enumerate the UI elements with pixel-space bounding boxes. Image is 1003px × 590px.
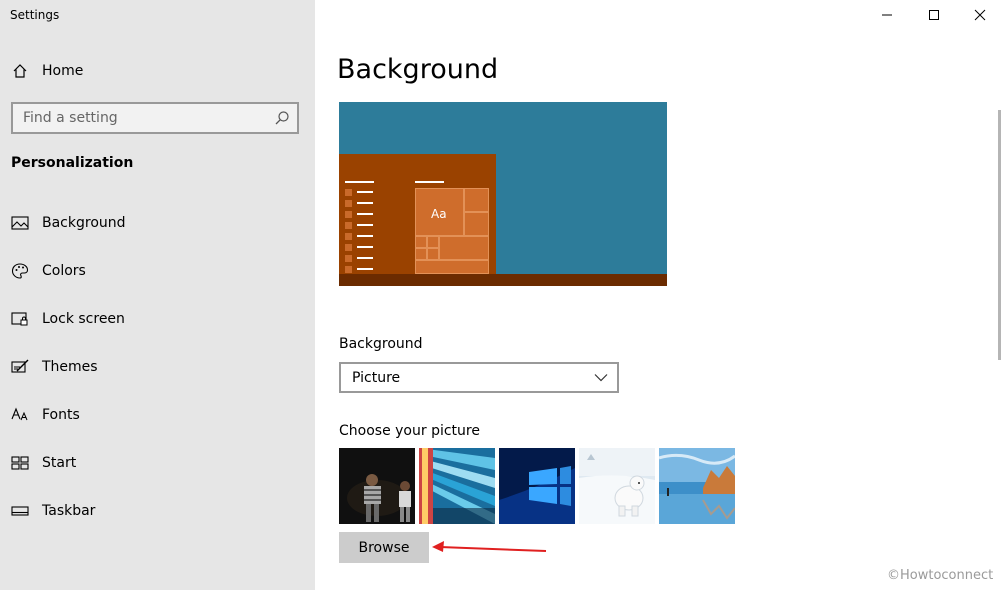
preview-square (345, 266, 352, 273)
preview-start-menu: Aa (339, 154, 496, 274)
preview-tile: Aa (415, 188, 464, 236)
preview-square (345, 189, 352, 196)
desktop-preview: Aa (339, 102, 667, 286)
preview-line (357, 246, 373, 248)
scrollbar[interactable] (998, 110, 1001, 360)
sidebar-item-label: Fonts (42, 407, 80, 423)
sidebar-item-background[interactable]: Background (0, 203, 315, 243)
sidebar-item-taskbar[interactable]: Taskbar (0, 491, 315, 531)
sidebar-item-label: Colors (42, 263, 86, 279)
preview-taskbar (339, 274, 667, 286)
preview-square (345, 244, 352, 251)
background-label: Background (339, 336, 423, 352)
palette-icon (11, 262, 29, 280)
page-title: Background (337, 54, 499, 85)
watermark: ©Howtoconnect (887, 568, 994, 583)
dropdown-value: Picture (352, 369, 401, 386)
preview-line (357, 257, 373, 259)
preview-tile (464, 188, 489, 212)
preview-tile-text: Aa (431, 207, 447, 221)
sidebar-item-label: Taskbar (42, 503, 96, 519)
preview-line (357, 202, 373, 204)
sidebar-item-label: Background (42, 215, 126, 231)
picture-thumbnail-3[interactable] (499, 448, 575, 524)
minimize-button[interactable] (864, 0, 910, 30)
sidebar-item-fonts[interactable]: Fonts (0, 395, 315, 435)
preview-square (345, 222, 352, 229)
picture-thumbnail-1[interactable] (339, 448, 415, 524)
lock-screen-icon (11, 310, 29, 328)
maximize-icon (929, 10, 939, 20)
sidebar-item-start[interactable]: Start (0, 443, 315, 483)
preview-line (357, 268, 373, 270)
font-icon (11, 406, 29, 424)
preview-line (345, 181, 374, 183)
annotation-arrow-icon (432, 541, 547, 552)
preview-line (357, 224, 373, 226)
search-input[interactable] (13, 105, 263, 131)
picture-thumbnail-2[interactable] (419, 448, 495, 524)
browse-button[interactable]: Browse (339, 532, 429, 563)
taskbar-icon (11, 502, 29, 520)
nav-home-label: Home (42, 63, 84, 79)
preview-square (345, 233, 352, 240)
sidebar-item-label: Lock screen (42, 311, 125, 327)
maximize-button[interactable] (911, 0, 957, 30)
section-title: Personalization (11, 155, 134, 171)
background-type-dropdown[interactable]: Picture (339, 362, 619, 393)
sidebar-item-label: Start (42, 455, 77, 471)
preview-line (415, 181, 444, 183)
close-button[interactable] (957, 0, 1003, 30)
preview-square (345, 211, 352, 218)
preview-tile (427, 248, 439, 260)
preview-line (357, 191, 373, 193)
search-box[interactable] (11, 102, 299, 134)
preview-tile (415, 248, 427, 260)
preview-tile (415, 260, 489, 274)
sidebar-item-themes[interactable]: Themes (0, 347, 315, 387)
preview-tile (464, 212, 489, 236)
sidebar-item-lock-screen[interactable]: Lock screen (0, 299, 315, 339)
preview-line (357, 235, 373, 237)
chevron-down-icon (594, 370, 608, 384)
sidebar: Settings Home Personalization Background… (0, 0, 315, 590)
nav-home[interactable]: Home (0, 51, 315, 91)
start-icon (11, 454, 29, 472)
sidebar-item-label: Themes (42, 359, 98, 375)
app-title: Settings (10, 8, 60, 22)
home-icon (11, 62, 29, 80)
search-icon[interactable] (274, 110, 290, 126)
minimize-icon (882, 14, 892, 16)
preview-square (345, 255, 352, 262)
close-icon (974, 9, 986, 21)
picture-thumbnail-4[interactable] (579, 448, 655, 524)
choose-picture-label: Choose your picture (339, 423, 480, 439)
brush-icon (11, 358, 29, 376)
preview-square (345, 200, 352, 207)
preview-tile (439, 236, 489, 260)
image-icon (11, 214, 29, 232)
preview-tile (415, 236, 427, 248)
sidebar-item-colors[interactable]: Colors (0, 251, 315, 291)
preview-line (357, 213, 373, 215)
picture-thumbnail-5[interactable] (659, 448, 735, 524)
preview-tile (427, 236, 439, 248)
